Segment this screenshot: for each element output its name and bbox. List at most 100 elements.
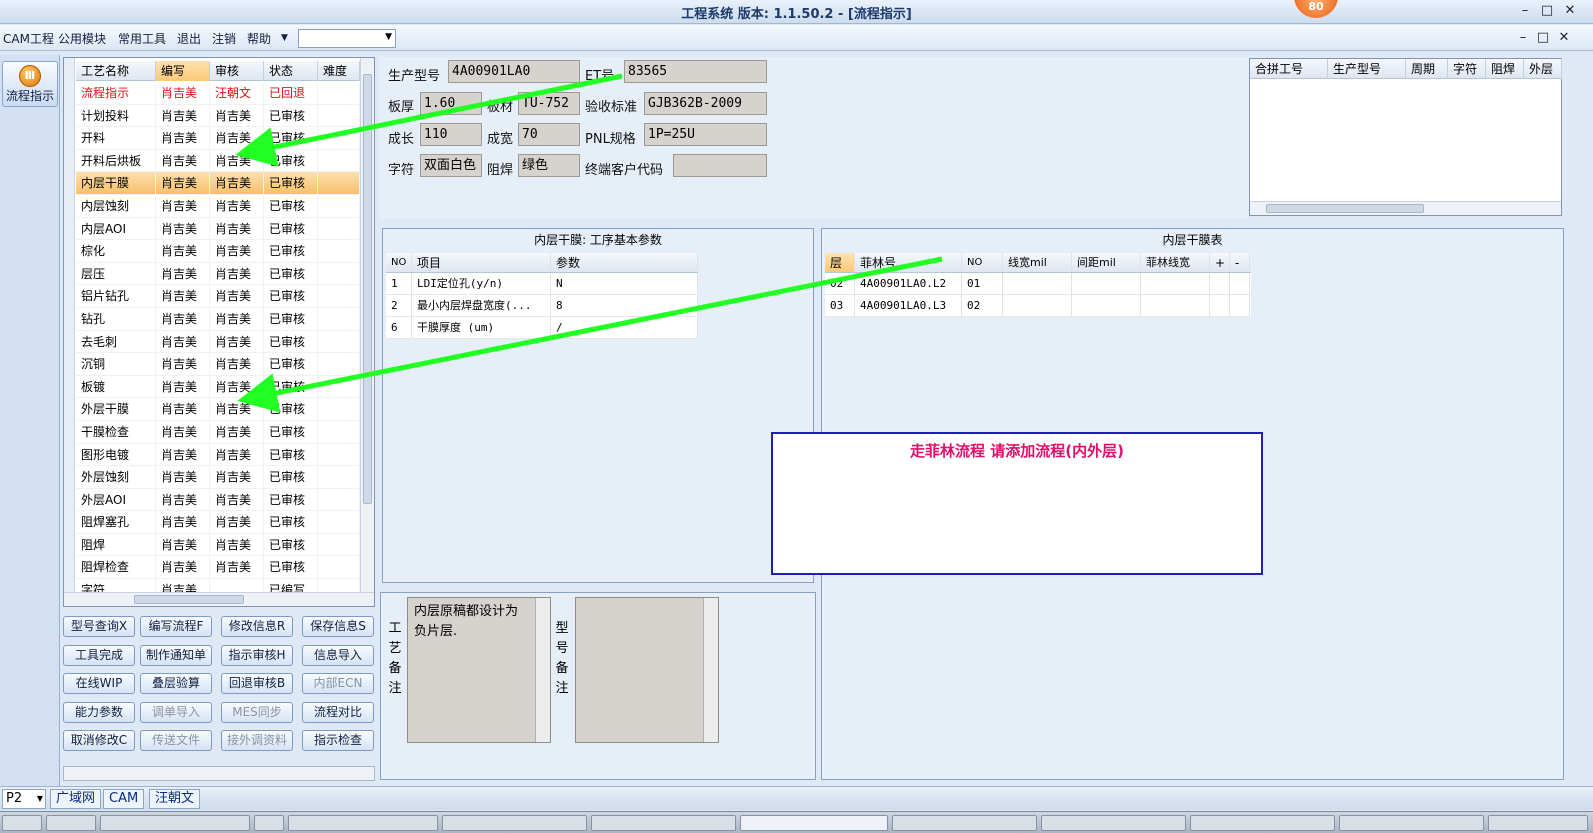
taskbar-item[interactable]	[1488, 815, 1588, 831]
table-row[interactable]: 2 最小内层焊盘宽度(... 8	[386, 295, 698, 317]
col-line-width[interactable]: 线宽mil	[1003, 253, 1072, 272]
table-row[interactable]: 干膜检查 肖吉美 肖吉美 已审核	[76, 420, 360, 444]
table-row[interactable]: 外层蚀刻 肖吉美 肖吉美 已审核	[76, 466, 360, 489]
col-period[interactable]: 周期	[1406, 59, 1448, 79]
menu-tools[interactable]: 常用工具	[118, 30, 166, 47]
status-tab-user[interactable]: 汪朝文	[149, 789, 201, 809]
table-row[interactable]: 层压 肖吉美 肖吉美 已审核	[76, 262, 360, 286]
pnl-field[interactable]: 1P=25U	[644, 123, 767, 146]
table-row[interactable]: 内层干膜 肖吉美 肖吉美 已审核	[76, 172, 360, 195]
col-no[interactable]: NO	[386, 253, 412, 272]
et-field[interactable]: 83565	[624, 60, 767, 83]
taskbar-item[interactable]	[591, 815, 736, 831]
add-row-button[interactable]: +	[1210, 253, 1230, 272]
menu-combo[interactable]: ▼	[298, 29, 396, 48]
workspace-combo[interactable]: P2 ▼	[2, 789, 46, 809]
child-minimize-icon[interactable]: –	[1514, 30, 1532, 46]
taskbar-item[interactable]	[1041, 815, 1186, 831]
process-horizontal-scrollbar[interactable]	[64, 592, 374, 606]
taskbar-item[interactable]	[892, 815, 1037, 831]
col-model[interactable]: 生产型号	[1328, 59, 1406, 79]
table-row[interactable]: 阻焊检查 肖吉美 肖吉美 已审核	[76, 556, 360, 580]
scroll-thumb[interactable]	[363, 74, 372, 504]
process-vertical-scrollbar[interactable]	[360, 58, 374, 593]
col-status[interactable]: 状态	[264, 61, 318, 81]
col-film-line-width[interactable]: 菲林线宽	[1141, 253, 1210, 272]
standard-field[interactable]: GJB362B-2009	[644, 92, 767, 115]
table-row[interactable]: 外层干膜 肖吉美 肖吉美 已审核	[76, 398, 360, 421]
table-row[interactable]: 去毛刺 肖吉美 肖吉美 已审核	[76, 330, 360, 354]
col-mask[interactable]: 阻焊	[1486, 59, 1524, 79]
action-button[interactable]: 回退审核B	[221, 673, 293, 694]
action-button[interactable]: 修改信息R	[221, 616, 293, 637]
maximize-icon[interactable]: □	[1538, 3, 1556, 19]
menu-common-module[interactable]: 公用模块	[58, 30, 106, 47]
col-param[interactable]: 参数	[551, 253, 698, 272]
table-row[interactable]: 02 4A00901LA0.L2 01	[825, 273, 1251, 295]
taskbar-item[interactable]	[1339, 815, 1484, 831]
memo-scrollbar[interactable]	[703, 598, 718, 742]
merge-job-scrollbar[interactable]	[1250, 201, 1561, 215]
action-button[interactable]: 传送文件	[140, 730, 212, 751]
model-field[interactable]: 4A00901LA0	[448, 60, 580, 83]
taskbar-item[interactable]	[46, 815, 96, 831]
action-button[interactable]: 调单导入	[140, 702, 212, 723]
col-layer[interactable]: 层	[825, 253, 855, 272]
memo-scrollbar[interactable]	[535, 598, 550, 742]
action-button[interactable]: 保存信息S	[302, 616, 374, 637]
menu-cam[interactable]: CAM工程	[3, 30, 54, 47]
col-author[interactable]: 编写	[156, 61, 210, 81]
status-tab-cam[interactable]: CAM	[103, 789, 145, 809]
action-button[interactable]: 型号查询X	[63, 616, 135, 637]
table-row[interactable]: 内层蚀刻 肖吉美 肖吉美 已审核	[76, 194, 360, 218]
length-field[interactable]: 110	[420, 123, 482, 146]
table-row[interactable]: 03 4A00901LA0.L3 02	[825, 295, 1251, 317]
table-row[interactable]: 开料后烘板 肖吉美 肖吉美 已审核	[76, 149, 360, 173]
table-row[interactable]: 流程指示 肖吉美 汪朝文 已回退	[76, 82, 360, 105]
action-button[interactable]: 叠层验算	[140, 673, 212, 694]
table-row[interactable]: 开料 肖吉美 肖吉美 已审核	[76, 127, 360, 150]
action-button[interactable]: 工具完成	[63, 645, 135, 666]
status-tab-wan[interactable]: 广域网	[50, 789, 102, 809]
close-icon[interactable]: ✕	[1561, 3, 1579, 19]
model-remark-memo[interactable]	[575, 597, 719, 743]
col-no[interactable]: NO	[962, 253, 1003, 272]
menu-exit[interactable]: 退出	[177, 30, 201, 47]
process-remark-memo[interactable]: 内层原稿都设计为负片层.	[407, 597, 551, 743]
menu-help[interactable]: 帮助	[247, 30, 271, 47]
material-field[interactable]: TU-752	[518, 92, 580, 115]
taskbar-item[interactable]	[1190, 815, 1335, 831]
table-row[interactable]: 板镀 肖吉美 肖吉美 已审核	[76, 375, 360, 399]
action-button[interactable]: 取消修改C	[63, 730, 135, 751]
remove-row-button[interactable]: -	[1230, 253, 1250, 272]
action-button[interactable]: 指示检查	[302, 730, 374, 751]
table-row[interactable]: 图形电镀 肖吉美 肖吉美 已审核	[76, 443, 360, 467]
action-button[interactable]: 制作通知单	[140, 645, 212, 666]
menu-logout[interactable]: 注销	[212, 30, 236, 47]
minimize-icon[interactable]: –	[1516, 3, 1534, 19]
table-row[interactable]: 1 LDI定位孔(y/n) N	[386, 273, 698, 295]
col-outer[interactable]: 外层	[1524, 59, 1562, 79]
col-reviewer[interactable]: 审核	[210, 61, 264, 81]
col-item[interactable]: 项目	[412, 253, 551, 272]
table-row[interactable]: 钻孔 肖吉美 肖吉美 已审核	[76, 307, 360, 331]
taskbar-item[interactable]	[100, 815, 250, 831]
col-difficulty[interactable]: 难度	[318, 61, 360, 81]
menu-overflow-icon[interactable]: ▼	[281, 33, 288, 43]
width-field[interactable]: 70	[518, 123, 580, 146]
col-film-no[interactable]: 菲林号	[855, 253, 962, 272]
action-button[interactable]: 能力参数	[63, 702, 135, 723]
action-button[interactable]: 流程对比	[302, 702, 374, 723]
table-row[interactable]: 沉铜 肖吉美 肖吉美 已审核	[76, 353, 360, 376]
thickness-field[interactable]: 1.60	[420, 92, 482, 115]
table-row[interactable]: 外层AOI 肖吉美 肖吉美 已审核	[76, 488, 360, 512]
action-button[interactable]: 编写流程F	[140, 616, 212, 637]
mask-field[interactable]: 绿色	[518, 154, 580, 177]
scroll-thumb[interactable]	[134, 595, 244, 604]
table-row[interactable]: 6 干膜厚度 (um) /	[386, 317, 698, 339]
taskbar-item[interactable]	[254, 815, 284, 831]
action-button[interactable]: 在线WIP	[63, 673, 135, 694]
action-button[interactable]: 接外调资料	[221, 730, 293, 751]
customer-field[interactable]	[673, 154, 767, 177]
taskbar-item[interactable]	[442, 815, 587, 831]
